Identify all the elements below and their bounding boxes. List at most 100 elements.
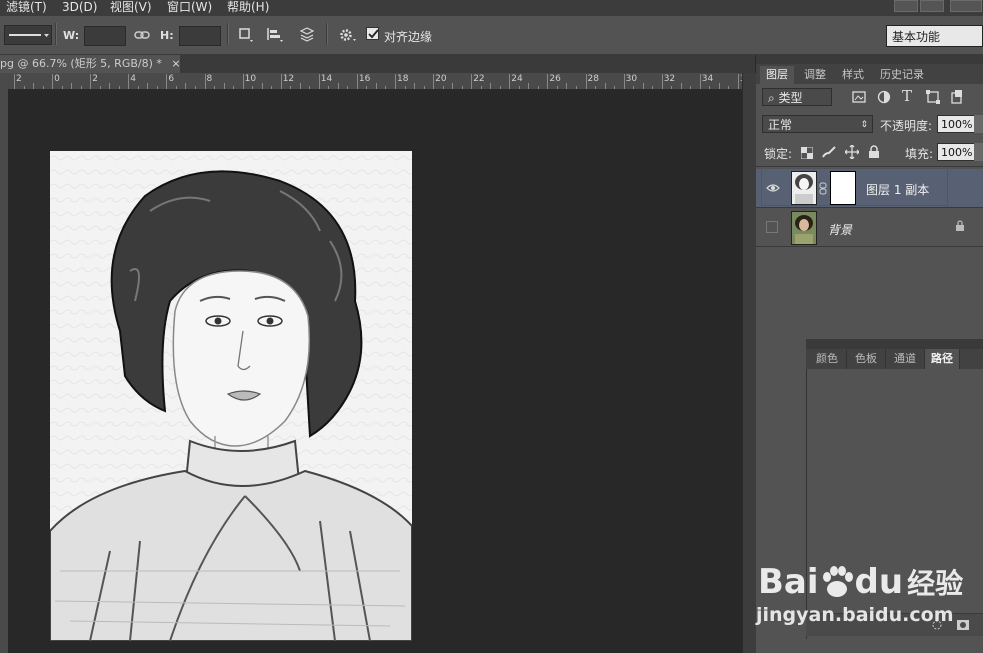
workspace-label: 基本功能 [892,30,941,44]
gear-icon[interactable] [338,27,358,43]
width-field[interactable] [84,26,126,46]
document-tab[interactable]: pg @ 66.7% (矩形 5, RGB/8) * × [0,55,180,73]
height-field[interactable] [179,26,221,46]
tab-history[interactable]: 历史记录 [874,66,930,84]
tab-styles[interactable]: 样式 [836,66,870,84]
layer-row-background[interactable]: 背景 [756,208,983,246]
menu-filter[interactable]: 滤镜(T) [6,0,47,16]
ruler-tick-label: 34 [701,74,714,84]
lock-position-move-icon[interactable] [845,145,859,159]
opacity-slider-button[interactable] [974,115,983,133]
layers-panel-tabbar: 图层 调整 样式 历史记录 [756,64,983,84]
minimize-button[interactable] [894,0,918,12]
layer-filter-dropdown[interactable]: ⌕ 类型 [762,88,832,106]
menu-window[interactable]: 窗口(W) [167,0,212,16]
ruler-tick [242,74,244,89]
ruler-tick [109,83,111,89]
ruler-tick [509,74,511,89]
ruler-tick [575,86,577,89]
tab-strip [180,55,755,73]
link-icon[interactable] [134,29,150,41]
close-window-button[interactable] [950,0,982,12]
align-edges-checkbox[interactable] [366,27,379,40]
ruler-tick [71,83,73,89]
ruler-tick [518,86,520,89]
ruler-tick [490,83,492,89]
path-arrangement-icon[interactable] [297,26,317,44]
ruler-tick-label: 28 [587,74,599,84]
ruler-tick [718,83,720,89]
canvas-sketch-image[interactable] [50,151,412,641]
ruler-tick [299,83,301,89]
ruler-tick-label: 10 [244,74,257,84]
ruler-tick [337,83,339,89]
ruler-tick [499,86,501,89]
tab-channels[interactable]: 通道 [886,349,925,369]
ruler-tick-label: 2 [16,74,22,84]
path-alignment-icon[interactable] [266,27,284,43]
lock-transparent-icon[interactable] [801,147,813,159]
ruler-tick [433,74,435,89]
smart-object-filter-icon[interactable] [950,89,964,105]
blend-mode-dropdown[interactable]: 正常 ⇕ [762,115,873,133]
shape-filter-icon[interactable] [926,90,940,104]
menu-help[interactable]: 帮助(H) [227,0,269,16]
fill-label: 填充: [905,147,934,161]
ruler-tick [33,83,35,89]
ruler-tick [99,86,101,89]
ruler-tick [252,86,254,89]
menu-3d[interactable]: 3D(D) [62,0,97,16]
watermark-url: jingyan.baidu.com [756,604,954,626]
ruler-tick [261,83,263,89]
restore-button[interactable] [920,0,944,12]
opacity-field[interactable]: 100% [937,115,975,133]
type-filter-icon[interactable]: T [902,87,912,105]
tab-adjustments[interactable]: 调整 [798,66,832,84]
tab-paths[interactable]: 路径 [925,349,960,369]
tab-color[interactable]: 颜色 [808,349,847,369]
path-operations-icon[interactable] [238,27,254,43]
ruler-tick [185,83,187,89]
width-label: W: [63,29,80,42]
ruler-tick [680,83,682,89]
ruler-tick [633,86,635,89]
menu-view[interactable]: 视图(V) [110,0,152,16]
ruler-tick [556,86,558,89]
ruler-tick [366,86,368,89]
image-filter-icon[interactable] [852,91,866,103]
ruler-tick [118,86,120,89]
stroke-type-dropdown[interactable] [4,25,52,45]
stroke-line-icon [9,34,49,37]
tab-swatches[interactable]: 色板 [847,349,886,369]
close-document-icon[interactable]: × [171,57,180,70]
visibility-toggle-empty[interactable] [766,221,778,233]
fill-slider-button[interactable] [974,143,983,161]
tab-layers[interactable]: 图层 [760,66,794,84]
ruler-tick [737,74,739,89]
opacity-label: 不透明度: [880,119,933,133]
document-title: pg @ 66.7% (矩形 5, RGB/8) * [0,57,162,70]
ruler-tick [595,86,597,89]
lock-all-icon[interactable] [868,145,880,159]
ruler-tick [375,83,377,89]
ruler-tick [528,83,530,89]
ruler-tick [442,86,444,89]
adjustment-filter-icon[interactable] [877,90,891,104]
fill-field[interactable]: 100% [937,143,975,161]
ruler-tick [194,86,196,89]
ruler-tick [480,86,482,89]
ruler-tick [137,86,139,89]
portrait-sketch [50,151,412,641]
ruler-tick-label: 2 [92,74,98,84]
divider [756,246,983,247]
ruler-tick [699,74,701,89]
ruler-tick [385,86,387,89]
paw-logo-icon [822,566,853,597]
ruler-tick [404,86,406,89]
workspace-dropdown[interactable]: 基本功能 [886,25,983,47]
layer-name[interactable]: 背景 [828,221,852,238]
lock-pixels-brush-icon[interactable] [821,145,837,159]
options-bar: W: H: 对齐边缘 基本功能 [0,16,983,55]
ruler-tick [661,74,663,89]
watermark-brand: Bai [758,562,819,602]
